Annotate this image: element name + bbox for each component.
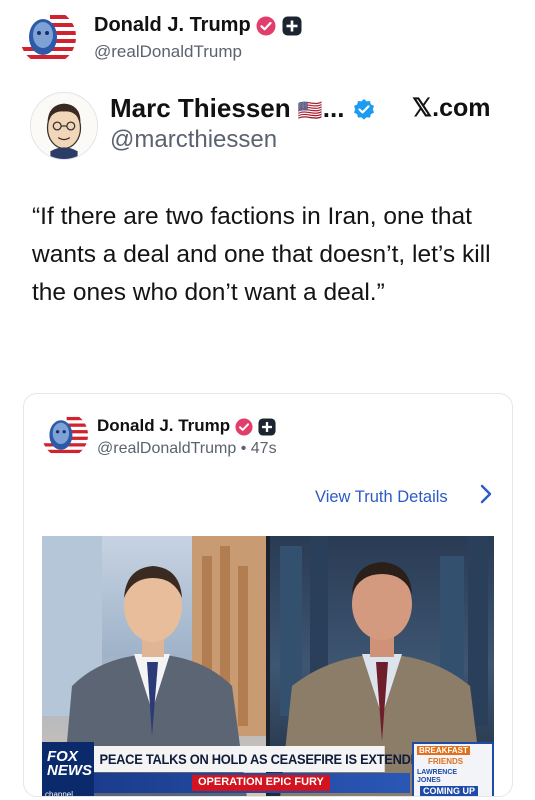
flag-icon: 🇺🇸 (297, 100, 323, 122)
ticker-headline: PEACE TALKS ON HOLD AS CEASEFIRE IS EXTE… (94, 746, 428, 772)
quoted-author-name-text: Marc Thiessen (110, 93, 291, 123)
card-author-name-text: Donald J. Trump (97, 416, 231, 435)
verified-badge-icon (353, 99, 374, 120)
name-ellipsis: ... (322, 93, 345, 123)
author-name[interactable]: Donald J. Trump (94, 14, 302, 37)
card-author-meta: @realDonaldTrump • 47s (97, 440, 277, 458)
quoted-author-name[interactable]: Marc Thiessen 🇺🇸... (110, 93, 376, 124)
quoted-author-handle[interactable]: @marcthiessen (110, 126, 277, 154)
meta-separator: • (240, 440, 247, 457)
author-handle[interactable]: @realDonaldTrump (94, 42, 242, 62)
promo-line3: LAWRENCE JONES (417, 769, 458, 784)
ticker-sub-label: OPERATION EPIC FURY (192, 775, 330, 791)
plus-badge-icon (258, 417, 276, 436)
promo-line2: FRIENDS (428, 757, 464, 766)
card-author-handle[interactable]: @realDonaldTrump (97, 440, 236, 457)
network-logo-line2: NEWS (47, 762, 92, 779)
platform-link[interactable]: 𝕏.com (412, 93, 491, 123)
quoted-author-avatar[interactable] (30, 92, 98, 160)
verified-badge-icon (235, 417, 253, 436)
view-truth-details-link[interactable]: View Truth Details (315, 488, 448, 507)
news-ticker: FOX NEWS channel PEACE TALKS ON HOLD AS … (42, 740, 494, 796)
plus-badge-icon (282, 16, 302, 36)
show-promo: BREAKFAST FRIENDS LAWRENCE JONES COMING … (412, 742, 494, 796)
network-logo: FOX NEWS (42, 742, 94, 792)
embedded-truth-card[interactable]: Donald J. Trump @realDonaldTrump • 47s V… (23, 393, 513, 797)
author-avatar[interactable] (20, 9, 76, 65)
quoted-post-text: “If there are two factions in Iran, one … (32, 203, 491, 306)
card-author-avatar[interactable] (42, 412, 88, 458)
author-name-text: Donald J. Trump (94, 14, 251, 36)
video-thumbnail[interactable]: FOX NEWS channel PEACE TALKS ON HOLD AS … (42, 536, 494, 796)
network-logo-channel: channel (42, 790, 94, 796)
verified-badge-icon (256, 16, 276, 36)
promo-line1: BREAKFAST (417, 746, 470, 755)
promo-line4: COMING UP (420, 786, 479, 796)
post-age: 47s (250, 440, 277, 457)
chevron-right-icon[interactable] (479, 483, 493, 511)
card-author-name[interactable]: Donald J. Trump (97, 416, 276, 436)
